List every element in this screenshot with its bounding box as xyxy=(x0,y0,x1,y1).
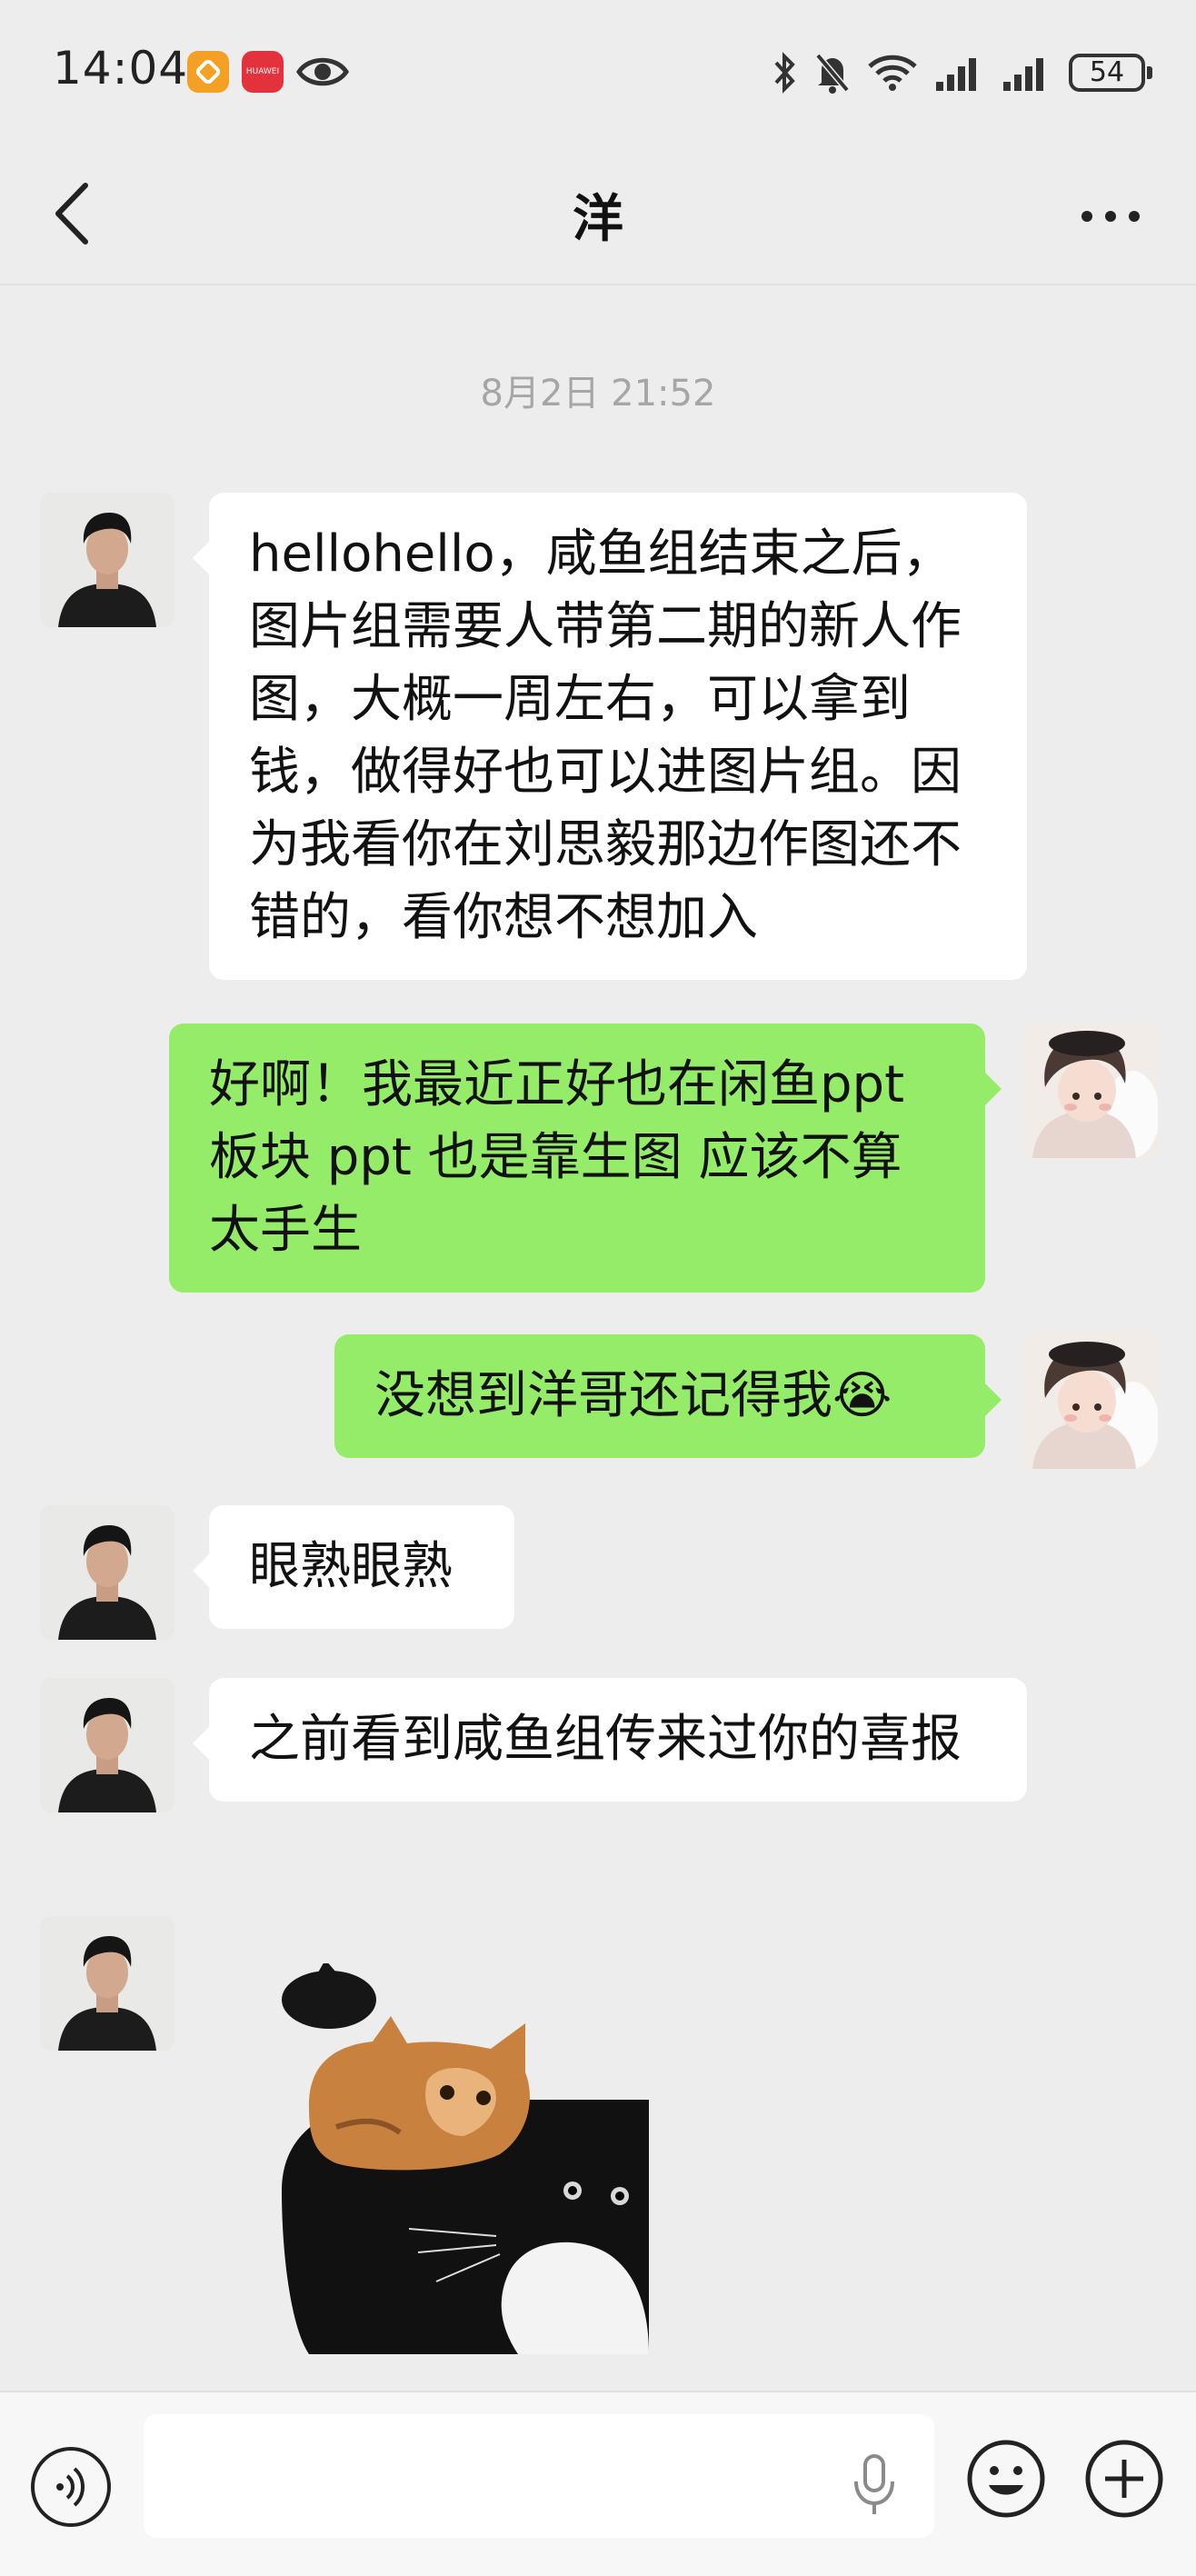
eye-icon xyxy=(296,57,349,86)
message-input[interactable] xyxy=(144,2414,934,2538)
nav-bar: 洋 xyxy=(0,142,1196,284)
contact-avatar[interactable] xyxy=(40,1678,174,1812)
more-button[interactable] xyxy=(1069,178,1151,251)
message-bubble-outgoing[interactable]: 好啊！我最近正好也在闲鱼ppt 板块 ppt 也是靠生图 应该不算太手生 xyxy=(169,1023,1002,1293)
message-bubble-outgoing[interactable]: 没想到洋哥还记得我😭 xyxy=(334,1334,1002,1458)
message-bubble-incoming[interactable]: hellohello，咸鱼组结束之后，图片组需要人带第二期的新人作图，大概一周左… xyxy=(193,493,1027,980)
message-bubble-incoming[interactable]: 眼熟眼熟 xyxy=(193,1505,514,1629)
battery-icon: 54 xyxy=(1069,54,1152,92)
status-bar: 14:04 HUAWEI 54 xyxy=(0,0,1196,142)
voice-icon xyxy=(56,2467,85,2507)
header-divider xyxy=(0,284,1196,285)
my-avatar[interactable] xyxy=(1023,1334,1158,1469)
more-dot xyxy=(1105,211,1116,222)
huawei-app-icon: HUAWEI xyxy=(242,51,284,93)
mute-icon xyxy=(815,53,850,94)
emoji-button[interactable] xyxy=(965,2438,1047,2520)
contact-avatar[interactable] xyxy=(40,493,174,627)
bluetooth-icon xyxy=(774,52,795,94)
app-notification-icon xyxy=(187,51,229,93)
wifi-icon xyxy=(868,55,917,91)
message-bubble-incoming[interactable]: 之前看到咸鱼组传来过你的喜报 xyxy=(193,1678,1027,1802)
signal-icon-2 xyxy=(1003,58,1043,91)
mic-icon[interactable] xyxy=(847,2452,902,2520)
status-time: 14:04 xyxy=(53,42,189,95)
more-dots-icon xyxy=(1081,211,1092,222)
contact-avatar[interactable] xyxy=(40,1916,174,2051)
my-avatar[interactable] xyxy=(1023,1023,1158,1158)
more-dot xyxy=(1129,211,1140,222)
plus-button[interactable] xyxy=(1083,2438,1165,2520)
chat-title: 洋 xyxy=(573,190,623,249)
status-icons: 54 xyxy=(772,47,1152,98)
voice-button[interactable] xyxy=(31,2447,111,2527)
chat-timestamp: 8月2日 21:52 xyxy=(480,373,716,414)
contact-avatar[interactable] xyxy=(40,1505,174,1640)
signal-icon xyxy=(936,58,976,91)
cat-sticker[interactable] xyxy=(282,1963,649,2354)
input-bar xyxy=(0,2391,1196,2576)
